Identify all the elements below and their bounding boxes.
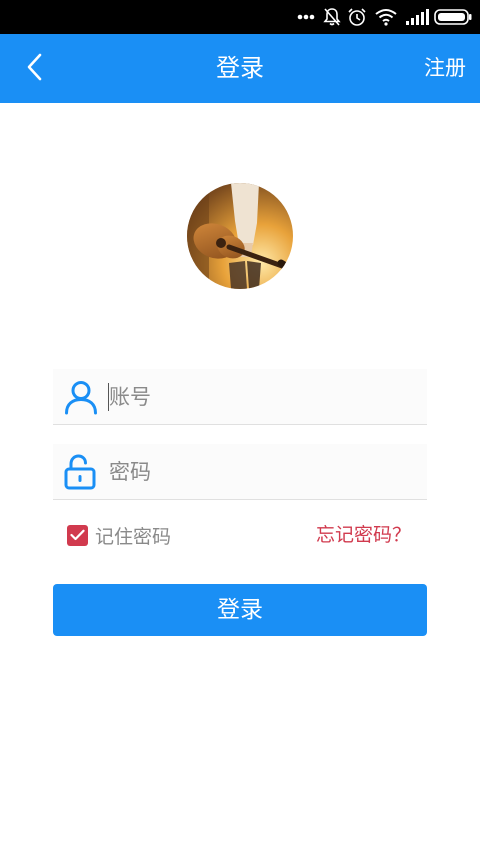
signal-icon (405, 0, 429, 34)
status-bar (0, 0, 480, 34)
remember-checkbox[interactable] (67, 524, 88, 546)
battery-icon (434, 0, 472, 34)
check-icon (70, 529, 85, 541)
alarm-icon (347, 0, 367, 34)
text-caret (108, 383, 109, 411)
password-input[interactable] (109, 444, 419, 500)
account-input[interactable] (109, 369, 419, 425)
avatar[interactable] (187, 183, 293, 289)
wifi-icon (374, 0, 398, 34)
notifications-off-icon (323, 0, 341, 34)
unlock-icon (63, 454, 99, 490)
title-bar: 登录 注册 (0, 34, 480, 103)
more-dots-icon (297, 0, 315, 34)
avatar-photo (187, 183, 293, 289)
login-screen: 登录 注册 账号 记住密码 忘记密码？ 登录 (0, 0, 480, 853)
password-row (53, 444, 427, 500)
options-row: 记住密码 忘记密码？ (53, 515, 427, 555)
remember-password-toggle[interactable]: 记住密码 (67, 515, 171, 555)
page-title: 登录 (216, 54, 264, 82)
user-icon (63, 379, 99, 415)
account-row (53, 369, 427, 425)
remember-label: 记住密码 (95, 525, 172, 548)
forgot-password-link[interactable]: 忘记密码？ (316, 515, 411, 555)
register-button[interactable]: 注册 (424, 34, 466, 103)
login-button[interactable]: 登录 (53, 584, 427, 636)
